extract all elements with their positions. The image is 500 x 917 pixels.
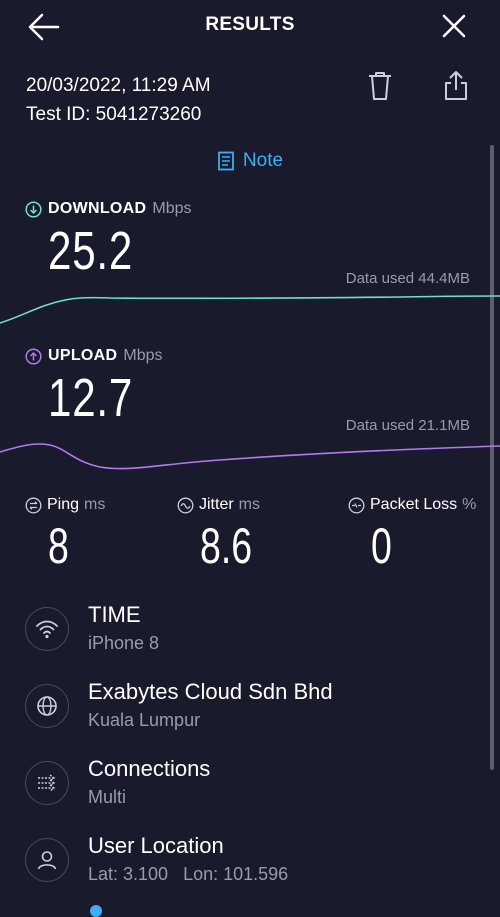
share-icon bbox=[445, 71, 467, 100]
delete-button[interactable] bbox=[364, 68, 396, 104]
download-unit: Mbps bbox=[152, 200, 192, 217]
connection-name: TIME bbox=[88, 602, 141, 627]
note-button[interactable]: Note bbox=[0, 150, 500, 177]
download-label: DOWNLOAD bbox=[48, 200, 147, 217]
packet-loss-unit: % bbox=[462, 496, 477, 513]
note-label: Note bbox=[242, 150, 284, 171]
user-icon bbox=[25, 838, 69, 882]
ping-icon bbox=[25, 497, 42, 513]
packet-loss-value: 0 bbox=[371, 518, 392, 574]
test-id: Test ID: 5041273260 bbox=[26, 104, 202, 125]
download-speed-graph bbox=[0, 295, 500, 324]
upload-unit: Mbps bbox=[123, 347, 163, 364]
globe-icon bbox=[25, 684, 69, 728]
trash-icon bbox=[369, 72, 391, 100]
close-icon bbox=[442, 14, 466, 38]
packet-loss-icon bbox=[348, 497, 365, 513]
packet-loss-header: Packet Loss % bbox=[348, 496, 476, 514]
packet-loss-label: Packet Loss bbox=[370, 496, 458, 513]
note-icon bbox=[218, 151, 234, 171]
ping-header: Ping ms bbox=[25, 496, 105, 514]
download-header: DOWNLOAD Mbps bbox=[25, 200, 192, 218]
server-name[interactable]: Exabytes Cloud Sdn Bhd bbox=[88, 679, 333, 705]
upload-label: UPLOAD bbox=[48, 347, 118, 364]
jitter-header: Jitter ms bbox=[177, 496, 260, 514]
connections-icon bbox=[25, 761, 69, 805]
jitter-value: 8.6 bbox=[200, 518, 253, 574]
download-icon bbox=[25, 200, 42, 218]
server-location: Kuala Lumpur bbox=[88, 710, 201, 730]
test-datetime: 20/03/2022, 11:29 AM bbox=[26, 75, 211, 96]
jitter-label: Jitter bbox=[199, 496, 234, 513]
share-button[interactable] bbox=[440, 68, 472, 104]
close-button[interactable] bbox=[438, 10, 470, 42]
connections-mode: Multi bbox=[88, 787, 127, 807]
page-title: RESULTS bbox=[205, 14, 295, 35]
ping-value: 8 bbox=[48, 518, 69, 574]
jitter-unit: ms bbox=[238, 496, 260, 513]
upload-header: UPLOAD Mbps bbox=[25, 347, 162, 365]
connections-title: Connections bbox=[88, 756, 211, 781]
upload-speed-graph bbox=[0, 443, 500, 470]
wifi-icon bbox=[25, 607, 69, 651]
download-value: 25.2 bbox=[48, 221, 134, 281]
device-name: iPhone 8 bbox=[88, 633, 160, 653]
upload-icon bbox=[25, 347, 42, 365]
user-coordinates: Lat: 3.100 Lon: 101.596 bbox=[88, 864, 289, 884]
ping-unit: ms bbox=[84, 496, 106, 513]
upload-value: 12.7 bbox=[48, 368, 134, 428]
jitter-icon bbox=[177, 497, 194, 513]
map-marker-icon bbox=[90, 905, 102, 917]
user-location-title: User Location bbox=[88, 833, 224, 858]
ping-label: Ping bbox=[47, 496, 80, 513]
